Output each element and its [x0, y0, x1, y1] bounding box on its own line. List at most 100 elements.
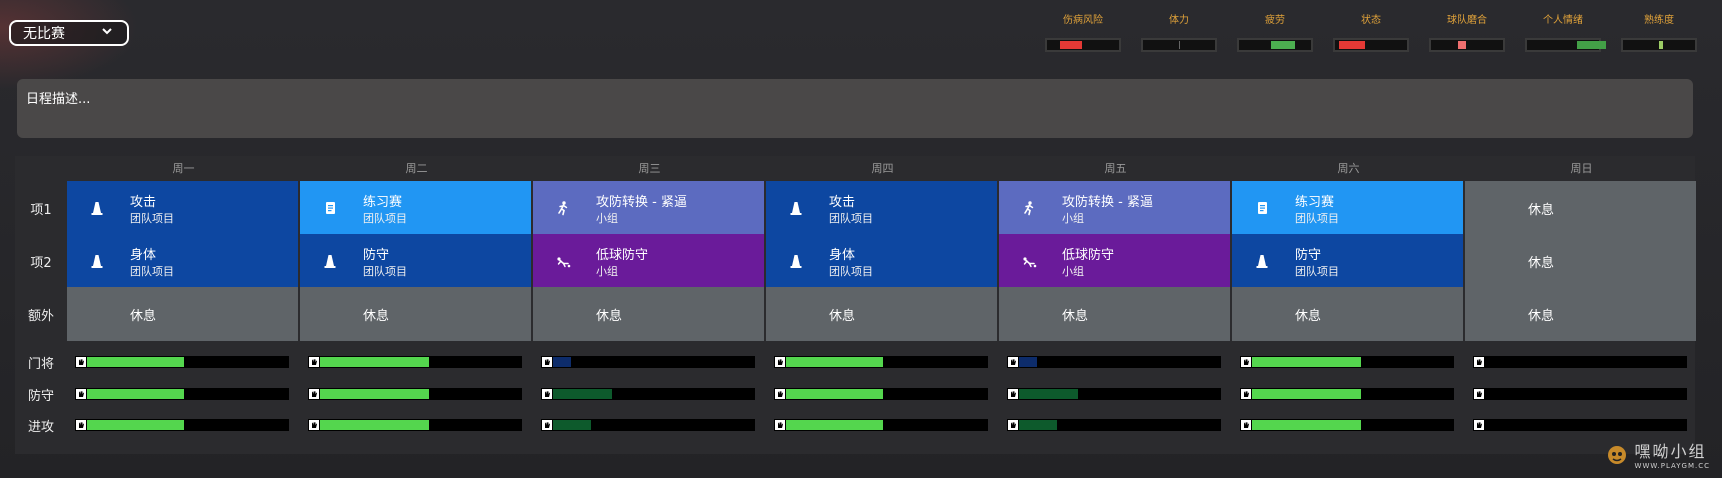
slide-tackle-icon	[1021, 253, 1037, 269]
session-title: 休息	[1528, 203, 1555, 218]
session-cell[interactable]: 攻防转换 - 紧逼 小组	[533, 181, 764, 235]
session-title: 休息	[596, 309, 623, 324]
schedule-description-input[interactable]: 日程描述...	[17, 79, 1693, 138]
position-bar-cell	[533, 414, 766, 436]
position-label: 防守	[27, 388, 54, 404]
session-title: 攻防转换 - 紧逼	[596, 195, 687, 210]
session-cell[interactable]: 低球防守 小组	[999, 234, 1230, 288]
position-bar-cell	[1232, 383, 1465, 405]
session-cell[interactable]: 休息	[1465, 287, 1696, 341]
metric: 个人情绪	[1515, 14, 1611, 52]
session-cell[interactable]: 休息	[766, 287, 997, 341]
session-cell[interactable]: 休息	[300, 287, 531, 341]
session-cell[interactable]: 休息	[1232, 287, 1463, 341]
progress-bar	[308, 388, 522, 400]
session-type: 小组	[1062, 265, 1084, 278]
progress-fill	[1019, 357, 1038, 367]
session-row: 身体 团队项目 防守 团队项目 低球防守 小组 身体 团队项目 低球防守 小组 防守 团队项目 休息	[67, 234, 1698, 288]
session-cell[interactable]: 攻击 团队项目	[67, 181, 298, 235]
position-bar-cell	[300, 414, 533, 436]
session-type: 小组	[596, 212, 618, 225]
position-bar-row	[67, 414, 1698, 436]
session-cell[interactable]: 攻防转换 - 紧逼 小组	[999, 181, 1230, 235]
metric: 状态	[1323, 14, 1419, 52]
progress-fill	[786, 357, 883, 367]
session-title: 低球防守	[1062, 248, 1115, 263]
position-bar-cell	[999, 351, 1232, 373]
watermark: 嘿呦小组 WWW.PLAYGM.CC	[1605, 438, 1710, 470]
boot-icon	[775, 389, 785, 399]
metric-bar	[1621, 38, 1697, 52]
session-type: 团队项目	[130, 265, 174, 278]
boot-icon	[1474, 420, 1484, 430]
metric-label: 体力	[1169, 15, 1189, 26]
session-cell[interactable]: 低球防守 小组	[533, 234, 764, 288]
session-type: 团队项目	[1295, 212, 1339, 225]
row-label: 额外	[27, 308, 54, 324]
session-cell[interactable]: 休息	[533, 287, 764, 341]
session-cell[interactable]: 休息	[1465, 181, 1696, 235]
session-type: 小组	[1062, 212, 1084, 225]
metric-label: 球队磨合	[1447, 15, 1487, 26]
session-cell[interactable]: 休息	[999, 287, 1230, 341]
progress-fill	[553, 389, 612, 399]
position-bar-cell	[1232, 414, 1465, 436]
metric-fill	[1271, 41, 1296, 49]
progress-bar	[308, 356, 522, 368]
cone-icon	[1254, 253, 1270, 269]
boot-icon	[309, 389, 319, 399]
progress-bar	[541, 419, 755, 431]
metric-label: 伤病风险	[1063, 15, 1103, 26]
session-cell[interactable]: 练习赛 团队项目	[300, 181, 531, 235]
position-bar-cell	[1465, 414, 1698, 436]
session-title: 休息	[1062, 309, 1089, 324]
slide-tackle-icon	[555, 253, 571, 269]
session-cell[interactable]: 防守 团队项目	[1232, 234, 1463, 288]
session-cell[interactable]: 攻击 团队项目	[766, 181, 997, 235]
progress-bar	[774, 419, 988, 431]
boot-icon	[775, 357, 785, 367]
session-title: 休息	[130, 309, 157, 324]
boot-icon	[309, 420, 319, 430]
metric-label: 个人情绪	[1543, 15, 1583, 26]
session-type: 小组	[596, 265, 618, 278]
match-select-dropdown[interactable]: 无比赛	[9, 20, 129, 46]
metric: 体力	[1131, 14, 1227, 52]
boot-icon	[542, 389, 552, 399]
progress-bar	[1007, 356, 1221, 368]
session-cell[interactable]: 身体 团队项目	[67, 234, 298, 288]
session-type: 团队项目	[1295, 265, 1339, 278]
boot-icon	[1241, 420, 1251, 430]
progress-bar	[774, 388, 988, 400]
metric-bar	[1333, 38, 1409, 52]
match-select-value: 无比赛	[23, 26, 65, 42]
session-title: 攻击	[130, 195, 157, 210]
session-row: 攻击 团队项目 练习赛 团队项目 攻防转换 - 紧逼 小组 攻击 团队项目 攻防转换 - 紧逼小…	[67, 181, 1698, 235]
session-cell[interactable]: 防守 团队项目	[300, 234, 531, 288]
row-label: 项2	[30, 255, 52, 271]
progress-fill	[786, 389, 883, 399]
position-bar-cell	[67, 351, 300, 373]
progress-fill	[87, 357, 184, 367]
boot-icon	[76, 357, 86, 367]
position-label: 进攻	[27, 419, 54, 435]
session-cell[interactable]: 练习赛 团队项目	[1232, 181, 1463, 235]
session-type: 团队项目	[363, 212, 407, 225]
progress-bar	[541, 388, 755, 400]
position-bar-cell	[67, 383, 300, 405]
document-icon	[1254, 200, 1270, 216]
progress-fill	[320, 389, 430, 399]
boot-icon	[76, 420, 86, 430]
session-cell[interactable]: 休息	[1465, 234, 1696, 288]
day-header: 周一 周二 周三 周四 周五 周六 周日	[67, 156, 1698, 180]
progress-bar	[1473, 388, 1687, 400]
position-bar-cell	[766, 383, 999, 405]
session-cell[interactable]: 休息	[67, 287, 298, 341]
metric-fill	[1179, 41, 1181, 49]
session-type: 团队项目	[130, 212, 174, 225]
day-label: 周四	[871, 162, 894, 175]
progress-fill	[87, 389, 184, 399]
progress-fill	[1252, 389, 1362, 399]
session-cell[interactable]: 身体 团队项目	[766, 234, 997, 288]
day-label: 周日	[1570, 162, 1593, 175]
